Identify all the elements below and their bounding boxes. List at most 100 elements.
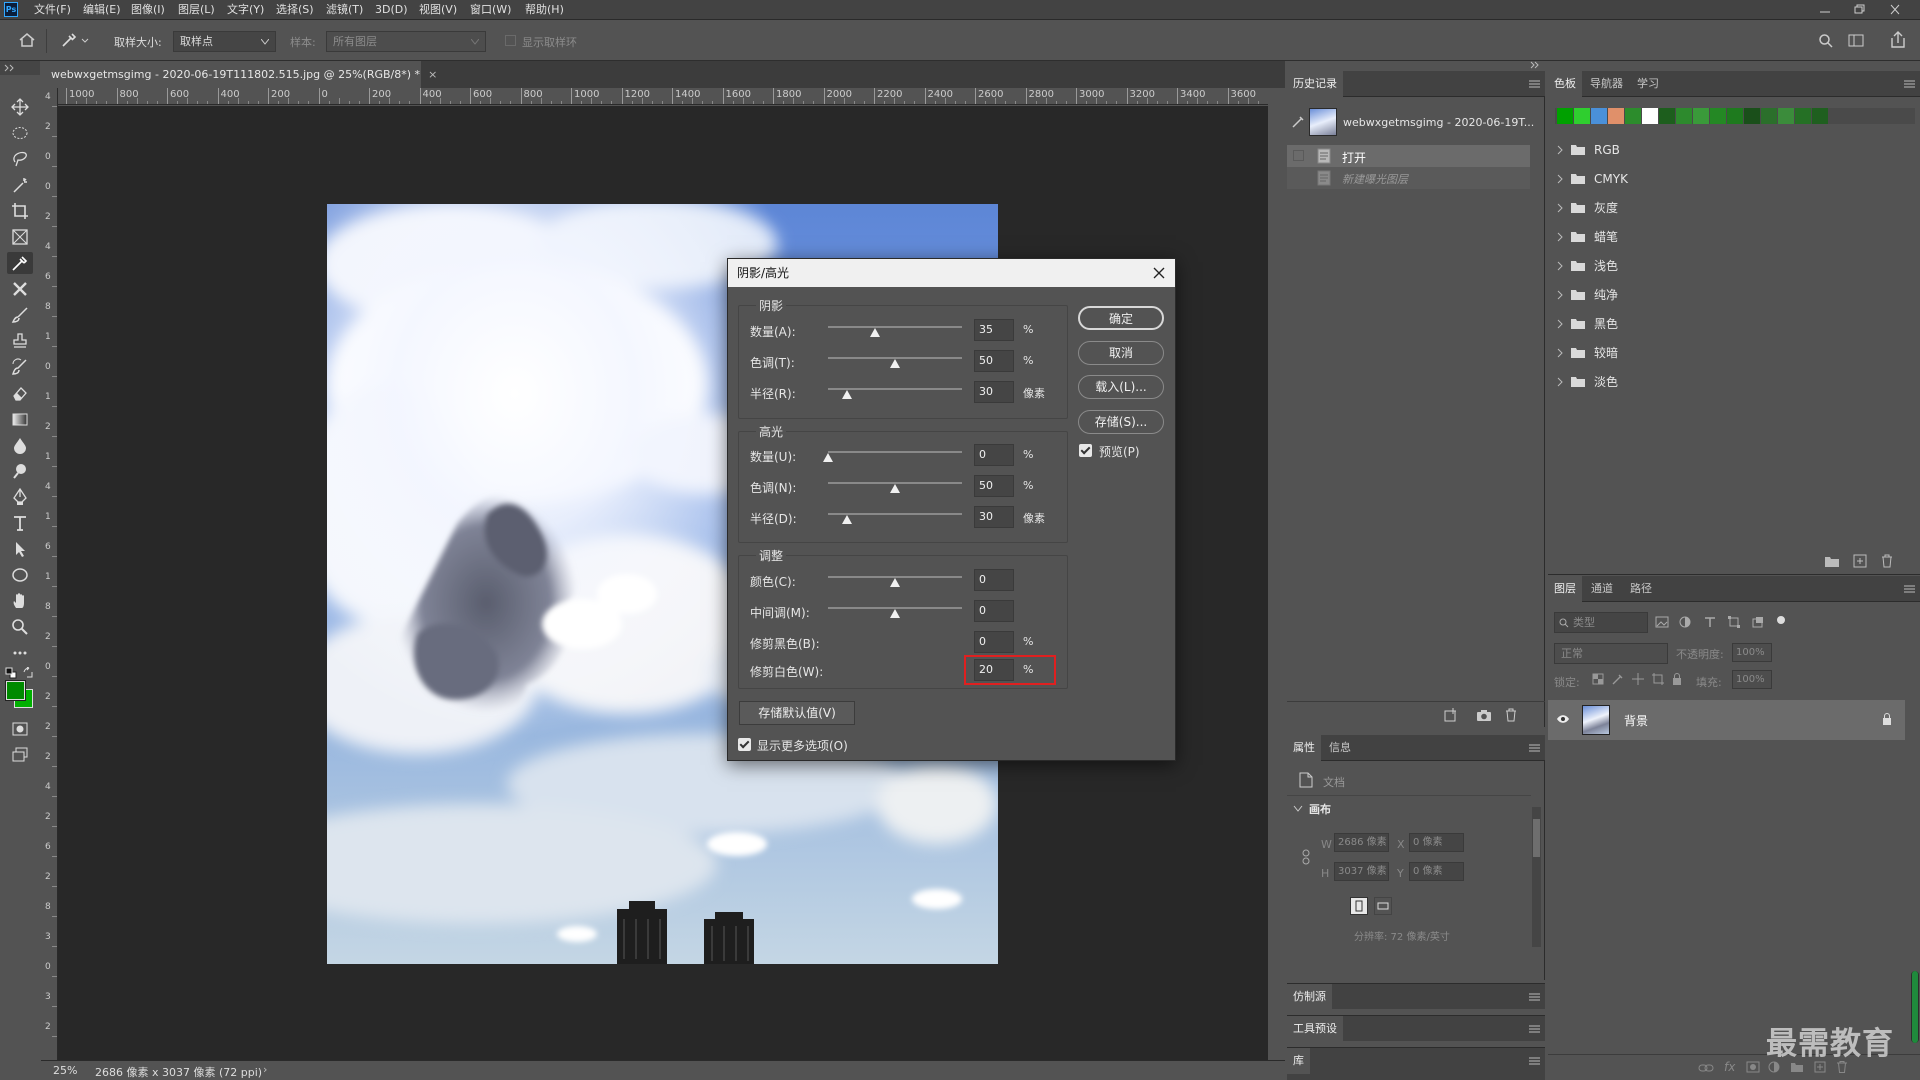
tab-tool-presets[interactable]: 工具预设 [1287, 1016, 1343, 1042]
ok-button[interactable]: 确定 [1078, 306, 1164, 330]
chevron-right-icon[interactable] [1556, 232, 1564, 242]
link-layers-icon[interactable] [1698, 1062, 1714, 1074]
highlights-value-field[interactable]: 0 [974, 444, 1014, 466]
menu-layer[interactable]: 图层(L) [178, 2, 215, 18]
history-step-checkbox[interactable] [1293, 150, 1304, 161]
tab-history[interactable]: 历史记录 [1287, 71, 1343, 97]
adjust-value-field[interactable]: 0 [974, 569, 1014, 591]
history-item-exposure[interactable]: 新建曝光图层 [1287, 167, 1530, 189]
dodge-tool-icon[interactable] [7, 460, 33, 482]
shadows-value-field[interactable]: 35 [974, 319, 1014, 341]
foreground-color-swatch[interactable] [6, 681, 25, 700]
workspace-icon[interactable] [1848, 33, 1864, 49]
document-tab-close-icon[interactable]: × [428, 68, 437, 81]
color-swatch[interactable] [1727, 108, 1743, 124]
color-swatch[interactable] [1557, 108, 1573, 124]
highlights-slider-thumb[interactable] [823, 453, 833, 462]
canvas-x-field[interactable]: 0 像素 [1409, 833, 1464, 852]
layer-filter-select[interactable]: 类型 [1554, 612, 1648, 633]
hand-tool-icon[interactable] [7, 590, 33, 612]
history-item-open[interactable]: 打开 [1287, 145, 1530, 167]
sample-size-select[interactable]: 取样点 [173, 31, 276, 52]
portrait-orientation-icon[interactable] [1350, 897, 1368, 915]
close-icon[interactable] [1888, 4, 1902, 16]
color-swatch[interactable] [1710, 108, 1726, 124]
swatch-group[interactable]: 较暗 [1548, 339, 1908, 366]
add-mask-icon[interactable] [1746, 1061, 1760, 1073]
tab-learn[interactable]: 学习 [1631, 71, 1665, 97]
chevron-right-icon[interactable] [1556, 145, 1564, 155]
blend-mode-select[interactable]: 正常 [1554, 643, 1668, 664]
canvas-y-field[interactable]: 0 像素 [1409, 862, 1464, 881]
color-swatch[interactable] [1676, 108, 1692, 124]
tab-paths[interactable]: 路径 [1624, 576, 1658, 602]
chevron-right-icon[interactable] [1556, 174, 1564, 184]
lock-position-icon[interactable] [1632, 673, 1644, 685]
menu-image[interactable]: 图像(I) [131, 2, 165, 18]
highlights-slider-thumb[interactable] [890, 484, 900, 493]
magic-wand-tool-icon[interactable] [7, 174, 33, 196]
filter-toggle-icon[interactable] [1777, 616, 1785, 624]
default-colors-icon[interactable] [5, 667, 17, 679]
menu-window[interactable]: 窗口(W) [470, 2, 511, 18]
move-tool-icon[interactable] [7, 96, 33, 118]
panel-menu-icon[interactable] [1904, 585, 1915, 593]
layer-style-fx-icon[interactable]: fx [1724, 1060, 1735, 1074]
menu-3d[interactable]: 3D(D) [375, 2, 408, 18]
preview-checkbox[interactable] [1079, 444, 1092, 457]
filter-adjustment-icon[interactable] [1679, 616, 1691, 628]
cancel-button[interactable]: 取消 [1078, 341, 1164, 365]
tab-navigator[interactable]: 导航器 [1584, 71, 1629, 97]
chevron-right-icon[interactable] [1556, 377, 1564, 387]
lock-all-icon[interactable] [1672, 673, 1682, 685]
filter-type-icon[interactable] [1704, 616, 1716, 628]
panel-menu-icon[interactable] [1529, 744, 1540, 752]
screen-mode-icon[interactable] [7, 744, 33, 766]
more-options-checkbox[interactable] [738, 738, 751, 751]
tab-layers[interactable]: 图层 [1548, 576, 1582, 602]
minimize-icon[interactable] [1818, 4, 1832, 16]
document-tab[interactable]: webwxgetmsgimg - 2020-06-19T111802.515.j… [41, 61, 437, 88]
color-swatch[interactable] [1608, 108, 1624, 124]
chevron-right-icon[interactable] [1556, 319, 1564, 329]
color-swatch[interactable] [1591, 108, 1607, 124]
lock-transparent-icon[interactable] [1592, 673, 1604, 685]
zoom-tool-icon[interactable] [7, 616, 33, 638]
menu-view[interactable]: 视图(V) [419, 2, 457, 18]
color-swatch[interactable] [1625, 108, 1641, 124]
history-step-checkbox[interactable] [1293, 172, 1304, 183]
shadows-slider-thumb[interactable] [869, 328, 880, 337]
color-swatch[interactable] [1812, 108, 1828, 124]
chevron-right-icon[interactable] [1556, 290, 1564, 300]
filter-pixel-icon[interactable] [1655, 616, 1669, 628]
menu-filter[interactable]: 滤镜(T) [326, 2, 363, 18]
color-swatch[interactable] [1574, 108, 1590, 124]
tab-properties[interactable]: 属性 [1287, 735, 1321, 761]
link-icon[interactable] [1301, 849, 1311, 865]
new-group-folder-icon[interactable] [1824, 554, 1840, 568]
highlights-slider-track[interactable] [828, 451, 962, 453]
properties-scrollbar[interactable] [1532, 807, 1541, 947]
shadows-value-field[interactable]: 30 [974, 381, 1014, 403]
menu-type[interactable]: 文字(Y) [227, 2, 264, 18]
libraries-panel[interactable]: 库 [1287, 1047, 1545, 1080]
clone-source-panel[interactable]: 仿制源 [1287, 983, 1545, 1010]
swatch-group[interactable]: RGB [1548, 136, 1908, 163]
swatch-group[interactable]: 蜡笔 [1548, 223, 1908, 250]
eyedropper-tool-icon[interactable] [7, 252, 33, 274]
filter-smart-object-icon[interactable] [1752, 616, 1764, 628]
search-icon[interactable] [1818, 33, 1834, 49]
dialog-close-icon[interactable] [1153, 267, 1165, 279]
chevron-right-icon[interactable] [1556, 261, 1564, 271]
adjust-value-field[interactable]: 0 [974, 631, 1014, 653]
swap-colors-icon[interactable] [22, 667, 34, 679]
color-swatch[interactable] [1744, 108, 1760, 124]
swatch-group[interactable]: 黑色 [1548, 310, 1908, 337]
healing-brush-tool-icon[interactable] [7, 278, 33, 300]
chevron-down-icon[interactable] [1293, 805, 1303, 813]
shadows-slider-track[interactable] [828, 326, 962, 328]
opacity-field[interactable]: 100% [1732, 643, 1772, 662]
path-selection-tool-icon[interactable] [7, 538, 33, 560]
zoom-level[interactable]: 25% [53, 1064, 77, 1077]
panel-menu-icon[interactable] [1904, 80, 1915, 88]
